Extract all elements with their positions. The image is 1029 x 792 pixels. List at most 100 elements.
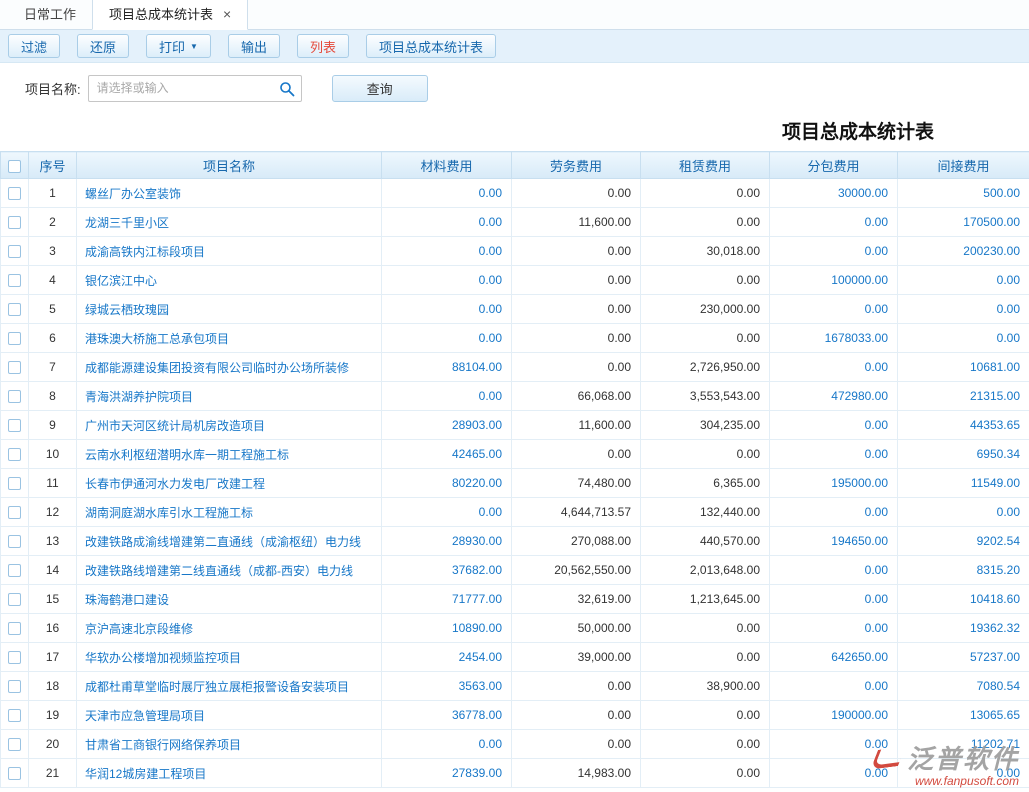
column-header-7[interactable]: 间接费用	[898, 152, 1029, 179]
project-name-input[interactable]	[89, 81, 301, 95]
row-checkbox[interactable]	[8, 477, 21, 490]
project-name-link[interactable]: 改建铁路线增建第二线直通线（成都-西安）电力线	[77, 556, 382, 585]
row-checkbox[interactable]	[8, 274, 21, 287]
project-name-link[interactable]: 甘肃省工商银行网络保养项目	[77, 730, 382, 759]
row-checkbox[interactable]	[8, 187, 21, 200]
row-checkbox[interactable]	[8, 680, 21, 693]
cost-value: 80220.00	[382, 469, 512, 498]
cost-value: 0.00	[898, 759, 1029, 788]
column-header-5[interactable]: 租赁费用	[641, 152, 770, 179]
row-checkbox[interactable]	[8, 216, 21, 229]
cost-value: 6950.34	[898, 440, 1029, 469]
project-name-link[interactable]: 京沪高速北京段维修	[77, 614, 382, 643]
cost-value: 9202.54	[898, 527, 1029, 556]
project-name-link[interactable]: 绿城云栖玫瑰园	[77, 295, 382, 324]
cost-value: 20,562,550.00	[512, 556, 641, 585]
row-seq: 21	[29, 759, 77, 788]
project-name-link[interactable]: 青海洪湖养护院项目	[77, 382, 382, 411]
project-name-link[interactable]: 长春市伊通河水力发电厂改建工程	[77, 469, 382, 498]
project-name-link[interactable]: 银亿滨江中心	[77, 266, 382, 295]
row-checkbox[interactable]	[8, 564, 21, 577]
project-name-link[interactable]: 成渝高铁内江标段项目	[77, 237, 382, 266]
row-select-cell	[1, 266, 29, 295]
row-seq: 15	[29, 585, 77, 614]
tab-project-cost-report[interactable]: 项目总成本统计表 ×	[92, 0, 248, 30]
row-select-cell	[1, 759, 29, 788]
project-name-link[interactable]: 华软办公楼增加视频监控项目	[77, 643, 382, 672]
row-checkbox[interactable]	[8, 448, 21, 461]
project-name-link[interactable]: 湖南洞庭湖水库引水工程施工标	[77, 498, 382, 527]
row-checkbox[interactable]	[8, 419, 21, 432]
project-name-link[interactable]: 广州市天河区统计局机房改造项目	[77, 411, 382, 440]
row-checkbox[interactable]	[8, 738, 21, 751]
search-icon[interactable]	[279, 81, 295, 97]
project-name-link[interactable]: 改建铁路成渝线增建第二直通线（成渝枢纽）电力线	[77, 527, 382, 556]
cost-value: 0.00	[770, 411, 898, 440]
export-button[interactable]: 输出	[228, 34, 280, 58]
cost-value: 195000.00	[770, 469, 898, 498]
column-header-6[interactable]: 分包费用	[770, 152, 898, 179]
tab-bar: 日常工作 项目总成本统计表 ×	[0, 0, 1029, 30]
row-checkbox[interactable]	[8, 709, 21, 722]
cost-value: 0.00	[512, 730, 641, 759]
tab-daily-work[interactable]: 日常工作	[8, 0, 92, 29]
filter-button[interactable]: 过滤	[8, 34, 60, 58]
project-name-link[interactable]: 云南水利枢纽潜明水库一期工程施工标	[77, 440, 382, 469]
list-view-button[interactable]: 列表	[297, 34, 349, 58]
cost-value: 30000.00	[770, 179, 898, 208]
row-checkbox[interactable]	[8, 303, 21, 316]
cost-value: 270,088.00	[512, 527, 641, 556]
cost-value: 0.00	[898, 324, 1029, 353]
report-name-button[interactable]: 项目总成本统计表	[366, 34, 496, 58]
search-bar: 项目名称: 查询	[0, 63, 1029, 113]
project-name-link[interactable]: 天津市应急管理局项目	[77, 701, 382, 730]
row-checkbox[interactable]	[8, 767, 21, 780]
cost-value: 44353.65	[898, 411, 1029, 440]
cost-value: 2,726,950.00	[641, 353, 770, 382]
project-name-link[interactable]: 成都杜甫草堂临时展厅独立展柜报警设备安装项目	[77, 672, 382, 701]
cost-value: 28903.00	[382, 411, 512, 440]
project-name-link[interactable]: 港珠澳大桥施工总承包项目	[77, 324, 382, 353]
row-seq: 20	[29, 730, 77, 759]
table-row: 3成渝高铁内江标段项目0.000.0030,018.000.00200230.0…	[1, 237, 1029, 266]
row-select-cell	[1, 672, 29, 701]
row-checkbox[interactable]	[8, 593, 21, 606]
row-seq: 12	[29, 498, 77, 527]
row-seq: 4	[29, 266, 77, 295]
project-name-link[interactable]: 螺丝厂办公室装饰	[77, 179, 382, 208]
column-header-2[interactable]: 项目名称	[77, 152, 382, 179]
project-name-link[interactable]: 珠海鹤港口建设	[77, 585, 382, 614]
print-button[interactable]: 打印 ▼	[146, 34, 211, 58]
row-checkbox[interactable]	[8, 361, 21, 374]
column-header-1[interactable]: 序号	[29, 152, 77, 179]
table-row: 6港珠澳大桥施工总承包项目0.000.000.001678033.000.00	[1, 324, 1029, 353]
row-checkbox[interactable]	[8, 390, 21, 403]
row-seq: 7	[29, 353, 77, 382]
row-checkbox[interactable]	[8, 332, 21, 345]
column-header-4[interactable]: 劳务费用	[512, 152, 641, 179]
project-name-link[interactable]: 龙湖三千里小区	[77, 208, 382, 237]
tab-close-icon[interactable]: ×	[223, 7, 231, 21]
project-name-label: 项目名称:	[25, 79, 81, 98]
restore-button[interactable]: 还原	[77, 34, 129, 58]
column-header-3[interactable]: 材料费用	[382, 152, 512, 179]
table-row: 18成都杜甫草堂临时展厅独立展柜报警设备安装项目3563.000.0038,90…	[1, 672, 1029, 701]
row-checkbox[interactable]	[8, 622, 21, 635]
cost-value: 472980.00	[770, 382, 898, 411]
cost-value: 0.00	[770, 237, 898, 266]
cost-value: 42465.00	[382, 440, 512, 469]
project-name-link[interactable]: 华润12城房建工程项目	[77, 759, 382, 788]
cost-value: 0.00	[641, 730, 770, 759]
row-checkbox[interactable]	[8, 245, 21, 258]
row-checkbox[interactable]	[8, 506, 21, 519]
chevron-down-icon: ▼	[190, 42, 198, 51]
row-checkbox[interactable]	[8, 535, 21, 548]
row-seq: 11	[29, 469, 77, 498]
row-checkbox[interactable]	[8, 651, 21, 664]
query-button[interactable]: 查询	[332, 75, 428, 102]
select-all-checkbox[interactable]	[8, 160, 21, 173]
cost-value: 0.00	[641, 179, 770, 208]
cost-value: 0.00	[770, 759, 898, 788]
project-name-link[interactable]: 成都能源建设集团投资有限公司临时办公场所装修	[77, 353, 382, 382]
row-select-cell	[1, 237, 29, 266]
